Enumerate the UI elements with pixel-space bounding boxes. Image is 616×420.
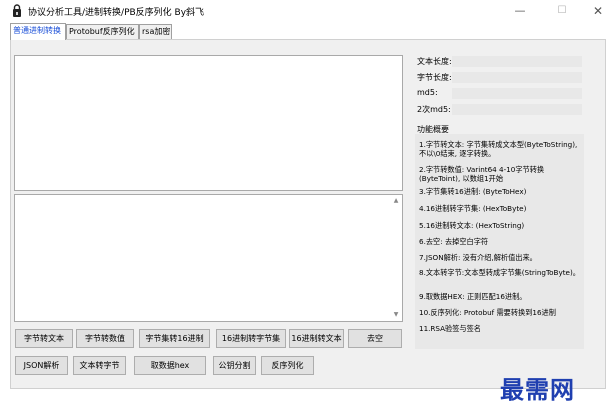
input-textbox[interactable] <box>14 55 403 191</box>
tab-label: 普通进制转换 <box>13 26 61 35</box>
maximize-icon: ☐ <box>557 5 567 16</box>
summary-item: 5.16进制转文本: (HexToString) <box>419 221 525 230</box>
tab-protobuf[interactable]: Protobuf反序列化 <box>66 24 139 39</box>
md5-twice-value <box>452 104 582 115</box>
tab-label: Protobuf反序列化 <box>69 27 135 36</box>
tab-rsa[interactable]: rsa加密 <box>139 24 172 39</box>
title-bar: 协议分析工具/进制转换/PB反序列化 By斜飞 — ☐ ✕ <box>0 0 616 22</box>
deserialize-button[interactable]: 反序列化 <box>261 356 314 375</box>
app-icon <box>13 4 21 17</box>
close-icon: ✕ <box>592 4 604 18</box>
minimize-icon: — <box>514 4 526 17</box>
summary-item: 11.RSA验签与签名 <box>419 324 481 333</box>
watermark: 最需网 <box>500 375 575 404</box>
bytes-to-hex-button[interactable]: 字节集转16进制 <box>139 329 210 348</box>
hex-to-bytes-button[interactable]: 16进制转字节集 <box>216 329 286 348</box>
byte-length-value <box>452 72 582 83</box>
window-title: 协议分析工具/进制转换/PB反序列化 By斜飞 <box>28 8 205 18</box>
scroll-up-icon[interactable]: ▲ <box>391 196 401 206</box>
summary-item: 1.字节转文本: 字节集转成文本型(ByteToString), 不以\0结束,… <box>419 140 578 158</box>
scroll-down-icon[interactable]: ▼ <box>391 310 401 320</box>
text-to-bytes-button[interactable]: 文本转字节 <box>73 356 126 375</box>
json-parse-button[interactable]: JSON解析 <box>15 356 68 375</box>
md5-twice-label: 2次md5: <box>417 105 451 114</box>
summary-item: 7.JSON解析: 没有介绍,解析值出来。 <box>419 253 537 262</box>
strip-whitespace-button[interactable]: 去空 <box>348 329 402 348</box>
maximize-button[interactable]: ☐ <box>542 0 582 22</box>
summary-item: 3.字节集转16进制: (ByteToHex) <box>419 187 527 196</box>
tab-base-conversion[interactable]: 普通进制转换 <box>10 23 66 40</box>
hex-to-text-button[interactable]: 16进制转文本 <box>289 329 344 348</box>
summary-item: 8.文本转字节:文本型转成字节集(StringToByte)。 <box>419 268 580 277</box>
tab-label: rsa加密 <box>142 27 171 36</box>
close-button[interactable]: ✕ <box>578 0 616 22</box>
summary-item: 6.去空: 去掉空白字符 <box>419 237 489 246</box>
bytes-to-number-button[interactable]: 字节转数值 <box>76 329 134 348</box>
byte-length-label: 字节长度: <box>417 73 452 82</box>
summary-item: 10.反序列化: Protobuf 需要转换到16进制 <box>419 308 556 317</box>
md5-value <box>452 88 582 99</box>
summary-item: 2.字节转数值: Varint64 4-10字节转换(ByteToint), 以… <box>419 165 545 183</box>
minimize-button[interactable]: — <box>500 0 540 22</box>
summary-item: 4.16进制转字节集: (HexToByte) <box>419 204 527 213</box>
text-length-value <box>452 56 582 67</box>
public-key-split-button[interactable]: 公钥分割 <box>213 356 256 375</box>
output-textbox[interactable]: ▲ ▼ <box>14 194 403 322</box>
text-length-label: 文本长度: <box>417 57 452 66</box>
md5-label: md5: <box>417 88 438 97</box>
bytes-to-text-button[interactable]: 字节转文本 <box>15 329 73 348</box>
summary-item: 9.取数据HEX: 正则匹配16进制。 <box>419 292 527 301</box>
extract-hex-button[interactable]: 取数据hex <box>134 356 206 375</box>
